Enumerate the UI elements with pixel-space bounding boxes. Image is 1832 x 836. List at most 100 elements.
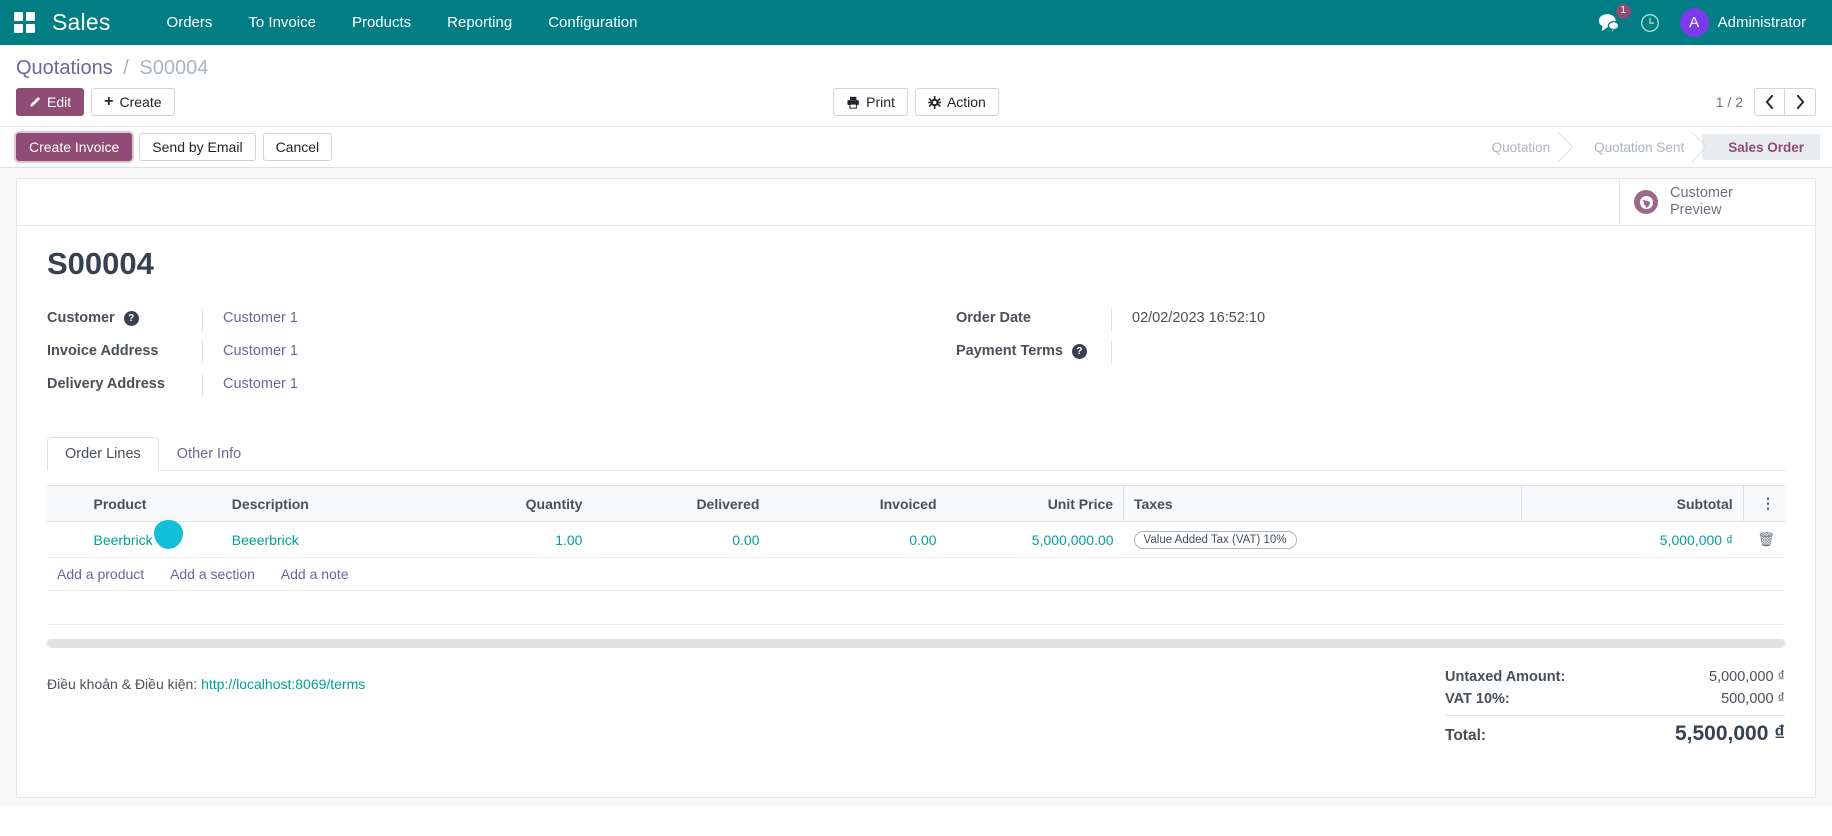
cell-taxes[interactable]: Value Added Tax (VAT) 10% — [1123, 521, 1522, 558]
clock-icon — [1640, 13, 1659, 32]
action-button-label: Action — [946, 94, 986, 110]
notebook-tabs: Order Lines Other Info — [47, 437, 1785, 471]
cancel-button[interactable]: Cancel — [262, 133, 333, 161]
table-row[interactable]: Beerbrick Beeerbrick 1.00 0.00 0.00 5,00… — [47, 520, 1785, 558]
stage-quotation-sent[interactable]: Quotation Sent — [1568, 134, 1702, 160]
edit-button-label: Edit — [47, 94, 72, 110]
col-quantity[interactable]: Quantity — [415, 485, 593, 522]
col-subtotal[interactable]: Subtotal — [1521, 485, 1744, 522]
terms-link[interactable]: http://localhost:8069/terms — [201, 676, 365, 692]
app-brand-sales[interactable]: Sales — [52, 9, 111, 36]
center-button-group: Print Action — [833, 88, 999, 116]
create-invoice-button[interactable]: Create Invoice — [16, 133, 133, 161]
totals-block: Untaxed Amount: 5,000,000 ₫ VAT 10%: 500… — [1445, 666, 1785, 749]
cell-delete[interactable]: 🗑 — [1743, 521, 1785, 558]
cell-quantity[interactable]: 1.00 — [415, 521, 593, 558]
workflow-buttons: Create Invoice Send by Email Cancel — [16, 133, 333, 161]
avatar: A — [1679, 8, 1709, 37]
trash-icon[interactable]: 🗑 — [1757, 531, 1775, 547]
printer-icon — [847, 96, 859, 109]
cell-description[interactable]: Beeerbrick — [221, 521, 416, 558]
vat-value: 500,000 ₫ — [1721, 691, 1785, 707]
form-column-left: Customer ? Customer 1 Invoice Address Cu… — [47, 308, 916, 407]
user-name-label: Administrator — [1717, 14, 1806, 31]
tab-other-info[interactable]: Other Info — [159, 437, 259, 471]
menu-to-invoice[interactable]: To Invoice — [230, 0, 334, 45]
add-a-section-link[interactable]: Add a section — [170, 566, 255, 582]
field-invoice-address-value[interactable]: Customer 1 — [223, 343, 298, 359]
print-button[interactable]: Print — [833, 88, 908, 116]
sheet-button-box: Customer Preview — [17, 179, 1815, 226]
order-lines-table: Product Description Quantity Delivered I… — [47, 485, 1785, 625]
send-by-email-button[interactable]: Send by Email — [139, 133, 256, 161]
col-options[interactable]: ⋮ — [1742, 485, 1785, 522]
help-icon[interactable]: ? — [1071, 343, 1087, 359]
horizontal-scrollbar[interactable] — [47, 639, 1785, 648]
field-order-date: Order Date 02/02/2023 16:52:10 — [956, 308, 1785, 333]
pager-previous-button[interactable] — [1754, 88, 1785, 116]
messages-button[interactable]: 1 — [1598, 3, 1631, 33]
field-customer-label: Customer — [47, 310, 115, 326]
menu-reporting[interactable]: Reporting — [429, 0, 530, 45]
col-invoiced[interactable]: Invoiced — [769, 485, 947, 522]
field-invoice-address: Invoice Address Customer 1 — [47, 341, 916, 366]
print-button-label: Print — [866, 94, 895, 110]
menu-orders[interactable]: Orders — [149, 0, 231, 45]
create-button[interactable]: + Create — [91, 88, 175, 116]
apps-grid-icon[interactable] — [14, 11, 36, 34]
mouse-cursor-indicator — [153, 520, 183, 549]
add-links-row: Add a product Add a section Add a note — [47, 557, 1785, 591]
stage-quotation[interactable]: Quotation — [1466, 134, 1569, 160]
untaxed-amount-value: 5,000,000 ₫ — [1709, 669, 1785, 685]
field-delivery-address-value[interactable]: Customer 1 — [223, 376, 298, 392]
col-unit-price[interactable]: Unit Price — [946, 485, 1124, 522]
control-panel: Quotations / S00004 Edit + Create Print … — [0, 45, 1832, 127]
form-columns: Customer ? Customer 1 Invoice Address Cu… — [47, 308, 1785, 407]
activities-button[interactable] — [1640, 13, 1660, 33]
grand-total-label: Total: — [1445, 727, 1487, 744]
statusbar-row: Create Invoice Send by Email Cancel Quot… — [0, 127, 1832, 168]
pencil-icon — [30, 96, 41, 107]
col-product[interactable]: Product — [83, 485, 222, 522]
user-menu[interactable]: A Administrator — [1679, 8, 1806, 37]
add-a-product-link[interactable]: Add a product — [57, 566, 144, 582]
action-button[interactable]: Action — [914, 88, 999, 116]
menu-products[interactable]: Products — [334, 0, 429, 45]
edit-button[interactable]: Edit — [16, 88, 85, 116]
footer-area: Điều khoản & Điều kiện: http://localhost… — [47, 648, 1785, 749]
row-handle[interactable] — [47, 521, 84, 558]
breadcrumb-root[interactable]: Quotations — [16, 57, 113, 79]
field-invoice-address-label: Invoice Address — [47, 343, 159, 359]
field-customer-value[interactable]: Customer 1 — [223, 310, 298, 326]
pager-next-button[interactable] — [1785, 88, 1816, 116]
menu-configuration[interactable]: Configuration — [530, 0, 655, 45]
field-payment-terms: Payment Terms ? — [956, 341, 1785, 366]
customer-preview-label: Customer Preview — [1670, 185, 1733, 218]
cell-invoiced[interactable]: 0.00 — [769, 521, 947, 558]
sheet-body: S00004 Customer ? Customer 1 Invoice Add… — [17, 226, 1815, 749]
field-delivery-address-label: Delivery Address — [47, 376, 165, 392]
field-order-date-label: Order Date — [956, 310, 1031, 326]
untaxed-amount-label: Untaxed Amount: — [1445, 669, 1566, 685]
cell-unit-price[interactable]: 5,000,000.00 — [946, 521, 1124, 558]
stage-sales-order[interactable]: Sales Order — [1689, 134, 1820, 160]
field-payment-terms-label: Payment Terms — [956, 343, 1063, 359]
left-button-group: Edit + Create — [16, 88, 175, 116]
gear-icon — [927, 95, 941, 109]
vat-label: VAT 10%: — [1445, 691, 1510, 707]
help-icon[interactable]: ? — [123, 310, 139, 326]
col-delivered[interactable]: Delivered — [592, 485, 770, 522]
customer-preview-button[interactable]: Customer Preview — [1619, 179, 1815, 225]
cell-product[interactable]: Beerbrick — [83, 520, 222, 558]
pager: 1 / 2 — [1716, 88, 1816, 116]
add-a-note-link[interactable]: Add a note — [281, 566, 349, 582]
col-description[interactable]: Description — [221, 485, 416, 522]
terms-label: Điều khoản & Điều kiện: — [47, 676, 198, 692]
tab-order-lines[interactable]: Order Lines — [47, 437, 159, 471]
statusbar-stages: Quotation Quotation Sent Sales Order — [1466, 134, 1820, 160]
cell-delivered[interactable]: 0.00 — [592, 521, 770, 558]
total-vat: VAT 10%: 500,000 ₫ — [1445, 688, 1785, 710]
total-untaxed-amount: Untaxed Amount: 5,000,000 ₫ — [1445, 666, 1785, 688]
control-panel-buttons: Edit + Create Print Action 1 / 2 — [0, 82, 1832, 126]
col-taxes[interactable]: Taxes — [1123, 485, 1522, 522]
